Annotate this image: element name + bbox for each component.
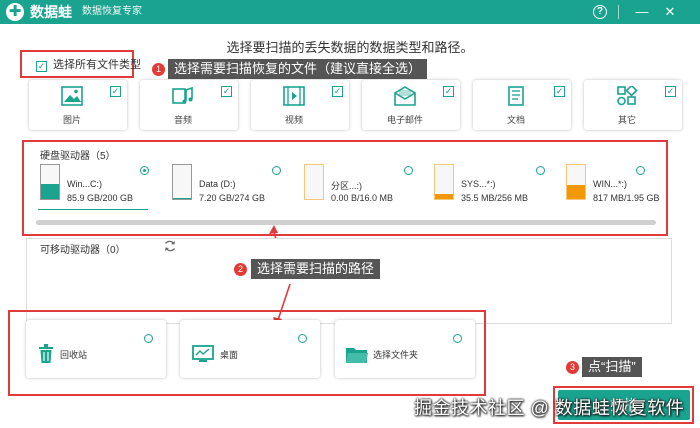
hard-drives-title: 硬盘驱动器（5）	[40, 151, 116, 162]
close-button[interactable]: ✕	[660, 2, 680, 22]
filetype-label: 图片	[62, 115, 81, 125]
drive-name: 分区...:)	[331, 181, 362, 191]
app-logo-icon: ✚	[6, 3, 24, 21]
callout-2-badge: 2	[234, 263, 247, 276]
filetype-card-audio[interactable]: ✓ 音频	[140, 80, 238, 130]
filetype-checkbox[interactable]: ✓	[332, 86, 343, 97]
watermark-text: 掘金技术社区 @ 数据蛙恢复软件	[414, 398, 685, 418]
refresh-icon[interactable]	[163, 239, 177, 253]
filetype-label: 其它	[617, 115, 636, 125]
drive-item-c[interactable]: Win...C:) 85.9 GB/200 GB	[40, 162, 160, 210]
filetype-label: 文档	[506, 115, 525, 125]
help-button[interactable]: ?	[592, 2, 612, 22]
drive-icon	[304, 164, 324, 200]
filetype-card-image[interactable]: ✓ 图片	[29, 80, 127, 130]
drive-icon	[434, 164, 454, 200]
drive-radio[interactable]	[404, 166, 413, 175]
drive-name: Data (D:)	[199, 179, 236, 189]
minimize-button[interactable]: —	[632, 2, 652, 22]
app-name: 数据蛙	[30, 4, 72, 20]
selected-drive-underline	[38, 209, 148, 210]
recycle-bin-icon	[39, 344, 53, 363]
path-label: 选择文件夹	[373, 350, 419, 360]
drive-icon	[40, 164, 60, 200]
filetype-checkbox[interactable]: ✓	[221, 86, 232, 97]
document-icon	[508, 86, 524, 106]
image-icon	[61, 86, 83, 106]
drives-scrollbar-thumb[interactable]	[36, 220, 656, 225]
callout-3-badge: 3	[566, 361, 579, 374]
drive-size: 85.9 GB/200 GB	[67, 193, 134, 203]
audio-icon	[172, 86, 193, 104]
filetype-card-video[interactable]: ✓ 视频	[251, 80, 349, 130]
path-radio[interactable]	[453, 334, 462, 343]
drive-usage-fill	[567, 184, 585, 199]
other-icon	[617, 86, 638, 106]
folder-icon	[346, 348, 368, 363]
callout-3: 点“扫描”	[582, 357, 642, 377]
filetype-card-email[interactable]: ✓ 电子邮件	[362, 80, 460, 130]
drive-name: SYS...*:)	[461, 179, 496, 189]
path-radio[interactable]	[298, 334, 307, 343]
drive-item-partition[interactable]: 分区...:) 0.00 B/16.0 MB	[304, 162, 424, 210]
drive-usage-fill	[41, 184, 59, 199]
video-icon	[283, 86, 305, 106]
filetype-label: 视频	[284, 115, 303, 125]
drive-radio[interactable]	[272, 166, 281, 175]
email-icon	[394, 86, 416, 106]
drives-scrollbar[interactable]	[36, 220, 656, 225]
checkbox-icon: ✓	[36, 61, 47, 72]
callout-1-badge: 1	[152, 63, 165, 76]
drive-usage-fill	[173, 197, 191, 199]
filetype-checkbox[interactable]: ✓	[554, 86, 565, 97]
callout-2: 选择需要扫描的路径	[251, 259, 381, 279]
filetype-card-other[interactable]: ✓ 其它	[584, 80, 682, 130]
removable-drives-title: 可移动驱动器（0）	[40, 245, 126, 256]
callout-1: 选择需要扫描恢复的文件（建议直接全选）	[168, 59, 428, 79]
path-radio[interactable]	[144, 334, 153, 343]
page-heading: 选择要扫描的丢失数据的数据类型和路径。	[226, 40, 474, 55]
titlebar-divider	[618, 5, 619, 19]
drive-item-sys[interactable]: SYS...*:) 35.5 MB/256 MB	[434, 162, 554, 210]
help-icon: ?	[593, 5, 607, 19]
path-label: 回收站	[60, 350, 88, 360]
path-card-recycle-bin[interactable]: 回收站	[26, 320, 166, 378]
filetype-card-document[interactable]: ✓ 文档	[473, 80, 571, 130]
path-card-desktop[interactable]: 桌面	[180, 320, 320, 378]
select-all-checkbox[interactable]: ✓ 选择所有文件类型	[36, 59, 141, 72]
drive-name: Win...C:)	[67, 179, 102, 189]
filetype-label: 电子邮件	[386, 115, 423, 125]
drive-radio[interactable]	[536, 166, 545, 175]
drive-size: 817 MB/1.95 GB	[593, 193, 660, 203]
path-label: 桌面	[220, 350, 239, 360]
drive-size: 0.00 B/16.0 MB	[331, 193, 394, 203]
drive-item-win[interactable]: WIN...*:) 817 MB/1.95 GB	[566, 162, 686, 210]
drive-radio[interactable]	[140, 166, 149, 175]
app-subtitle: 数据恢复专家	[82, 6, 142, 17]
drive-item-d[interactable]: Data (D:) 7.20 GB/274 GB	[172, 162, 292, 210]
drive-radio[interactable]	[636, 166, 645, 175]
desktop-icon	[192, 345, 214, 362]
filetype-checkbox[interactable]: ✓	[110, 86, 121, 97]
drive-name: WIN...*:)	[593, 179, 627, 189]
filetype-checkbox[interactable]: ✓	[665, 86, 676, 97]
drive-icon	[172, 164, 192, 200]
drive-icon	[566, 164, 586, 200]
path-card-select-folder[interactable]: 选择文件夹	[335, 320, 475, 378]
title-bar: ✚ 数据蛙 数据恢复专家 ? — ✕	[0, 0, 700, 24]
drive-size: 7.20 GB/274 GB	[199, 193, 266, 203]
filetype-checkbox[interactable]: ✓	[443, 86, 454, 97]
select-all-label: 选择所有文件类型	[53, 59, 141, 71]
filetype-label: 音频	[173, 115, 192, 125]
drive-size: 35.5 MB/256 MB	[461, 193, 529, 203]
drive-usage-fill	[435, 194, 453, 199]
